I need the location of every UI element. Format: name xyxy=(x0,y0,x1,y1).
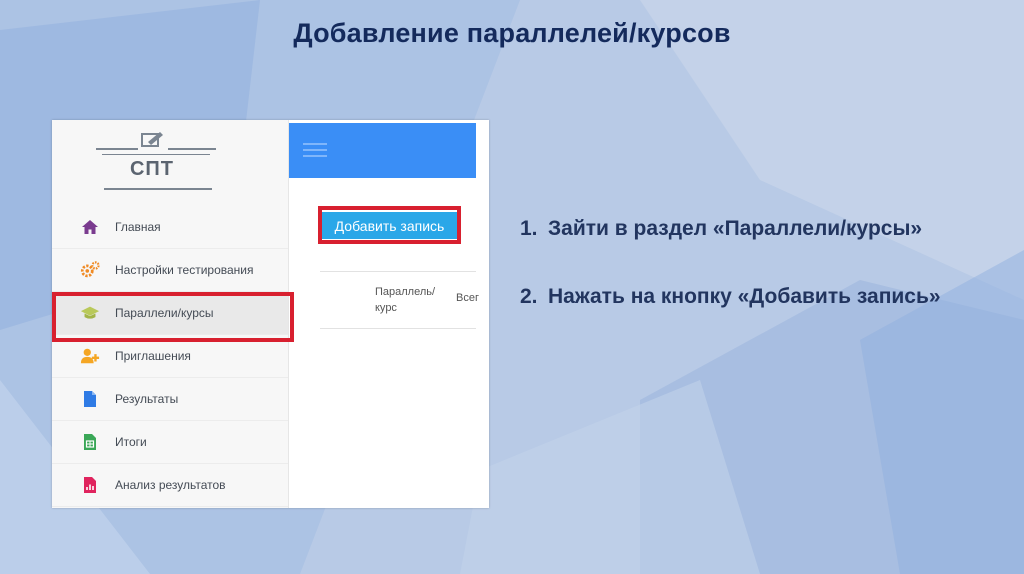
column-header-grade: Параллель/ курс xyxy=(375,286,436,314)
app-topbar xyxy=(289,123,476,178)
app-logo: СПТ xyxy=(96,130,216,196)
document-icon xyxy=(80,389,100,409)
app-screenshot: СПТ Главная Настройки тестирования Парал… xyxy=(52,120,489,508)
sidebar-item-test-settings[interactable]: Настройки тестирования xyxy=(52,249,288,292)
step-number: 2. xyxy=(520,285,538,308)
sidebar-item-label: Настройки тестирования xyxy=(115,263,254,277)
logo-pencil-icon xyxy=(141,132,163,147)
add-record-button[interactable]: Добавить запись xyxy=(322,212,457,239)
sidebar-item-label: Главная xyxy=(115,220,161,234)
step-text: Нажать на кнопку «Добавить запись» xyxy=(548,285,941,308)
chart-file-icon xyxy=(80,475,100,495)
sidebar-nav: Главная Настройки тестирования Параллели… xyxy=(52,206,288,507)
sidebar: СПТ Главная Настройки тестирования Парал… xyxy=(52,120,289,508)
logo-text: СПТ xyxy=(129,158,175,180)
column-header-total: Всег xyxy=(456,292,479,304)
spreadsheet-icon xyxy=(80,432,100,452)
sidebar-item-analysis[interactable]: Анализ результатов xyxy=(52,464,288,507)
content-card: Добавить запись Параллель/ курс Всег xyxy=(302,196,479,358)
step-item: 2. Нажать на кнопку «Добавить запись» xyxy=(520,282,1010,312)
sidebar-item-invitations[interactable]: Приглашения xyxy=(52,335,288,378)
step-number: 1. xyxy=(520,217,538,240)
home-icon xyxy=(80,217,100,237)
sidebar-item-results[interactable]: Результаты xyxy=(52,378,288,421)
slide-title: Добавление параллелей/курсов xyxy=(293,18,731,48)
table-header: Параллель/ курс Всег xyxy=(320,271,479,329)
gears-icon xyxy=(80,260,100,280)
sidebar-item-label: Параллели/курсы xyxy=(115,306,214,320)
sidebar-item-label: Приглашения xyxy=(115,349,191,363)
graduation-cap-icon xyxy=(80,303,100,323)
hamburger-menu-icon[interactable] xyxy=(303,143,327,159)
add-user-icon xyxy=(80,346,100,366)
step-item: 1. Зайти в раздел «Параллели/курсы» xyxy=(520,214,1010,244)
sidebar-item-grades[interactable]: Параллели/курсы xyxy=(52,292,288,335)
step-text: Зайти в раздел «Параллели/курсы» xyxy=(548,217,923,240)
instruction-steps: 1. Зайти в раздел «Параллели/курсы» 2. Наж… xyxy=(520,214,1010,350)
sidebar-item-home[interactable]: Главная xyxy=(52,206,288,249)
sidebar-item-label: Анализ результатов xyxy=(115,478,226,492)
sidebar-item-totals[interactable]: Итоги xyxy=(52,421,288,464)
sidebar-item-label: Итоги xyxy=(115,435,147,449)
sidebar-item-label: Результаты xyxy=(115,392,179,406)
